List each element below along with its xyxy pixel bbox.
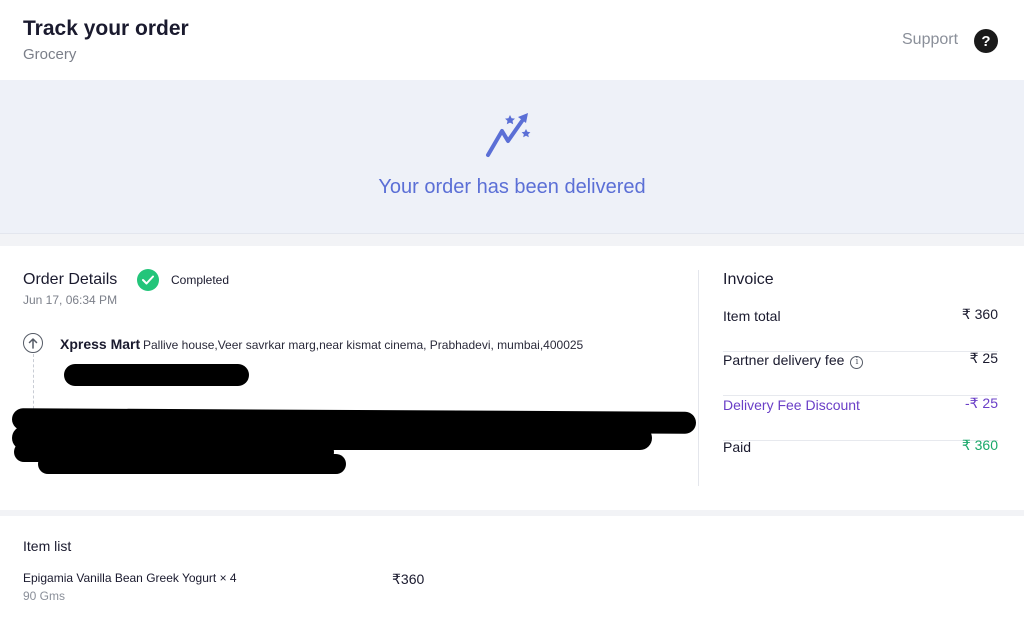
pickup-store-address: Pallive house,Veer savrkar marg,near kis… [143,338,584,352]
invoice-title: Invoice [723,271,774,288]
page-title: Track your order [23,17,189,40]
item-price: ₹360 [392,571,425,587]
delivery-success-icon [486,113,531,157]
invoice-label-wrap: Partner delivery fee i [723,352,864,369]
vertical-divider [698,270,699,486]
invoice-row-paid: Paid ₹ 360 [723,437,998,483]
invoice-value: ₹ 25 [969,350,998,366]
info-icon[interactable]: i [850,355,864,369]
invoice-row-item-total: Item total ₹ 360 [723,306,998,352]
page-subtitle: Grocery [23,46,77,63]
item-list-title: Item list [23,538,72,554]
invoice-label: Paid [723,439,752,455]
invoice-label: Partner delivery fee [723,352,845,368]
item-list-section: Item list Epigamia Vanilla Bean Greek Yo… [0,516,1024,626]
page-header: Track your order Grocery Support ? [0,0,1024,80]
help-icon[interactable]: ? [974,29,998,53]
invoice-row-discount: Delivery Fee Discount -₹ 25 [723,395,998,441]
invoice-row-delivery-fee: Partner delivery fee i ₹ 25 [723,350,998,396]
invoice-label: Item total [723,308,781,324]
delivery-status-banner: Your order has been delivered [0,80,1024,234]
invoice-label: Delivery Fee Discount [723,397,860,413]
order-details-title: Order Details [23,271,118,288]
arrow-up-icon [23,333,43,353]
route-line [33,354,34,414]
item-quantity: 90 Gms [23,589,66,603]
item-name: Epigamia Vanilla Bean Greek Yogurt × 4 [23,571,237,585]
delivery-status-message: Your order has been delivered [378,176,646,198]
invoice-value: -₹ 25 [964,395,998,411]
redaction-mark [64,364,249,386]
order-details-section: Order Details Completed Jun 17, 06:34 PM… [0,246,1024,510]
section-divider [0,234,1024,246]
check-circle-icon [137,269,159,291]
invoice-value: ₹ 360 [961,437,998,453]
support-link[interactable]: Support [902,31,958,49]
pickup-store-name: Xpress Mart [60,336,141,352]
redaction-mark [38,454,346,474]
invoice-value: ₹ 360 [961,306,998,322]
status-badge: Completed [171,273,230,287]
order-date: Jun 17, 06:34 PM [23,293,118,307]
